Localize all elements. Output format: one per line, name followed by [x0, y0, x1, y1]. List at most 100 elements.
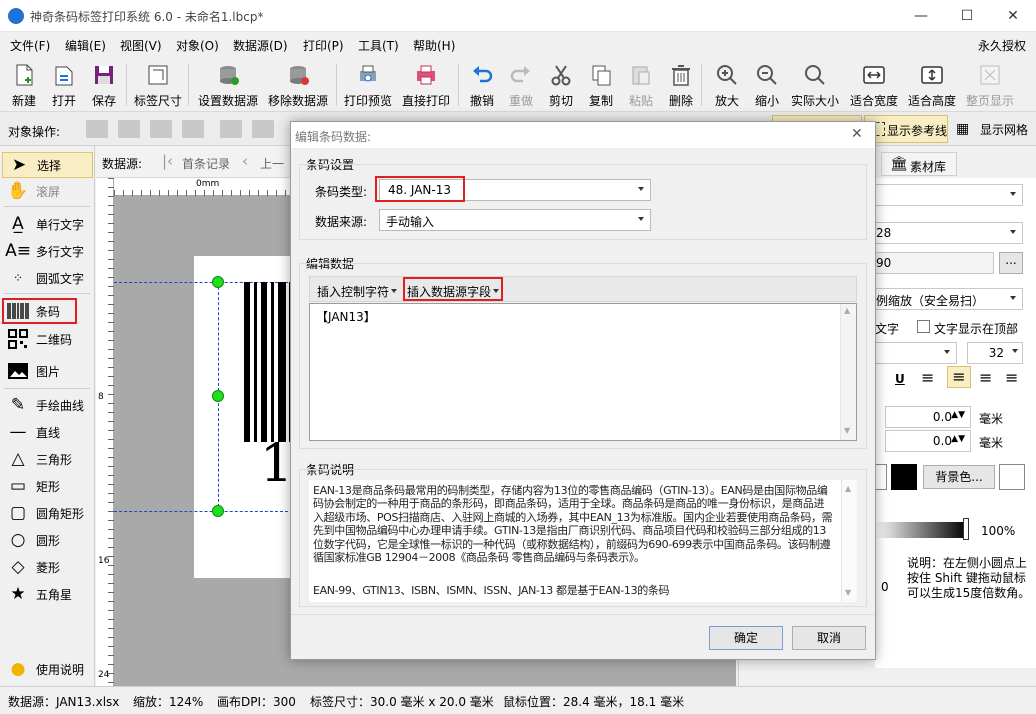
direct-print-button[interactable]: 直接打印 [402, 60, 450, 110]
fore-color-swatch[interactable] [875, 464, 887, 490]
first-record-button[interactable]: 首条记录 [182, 155, 230, 172]
tool-scroll[interactable]: ✋ 滚屏 [2, 178, 93, 204]
tool-panel: ➤ 选择 ✋ 滚屏 A̲ 单行文字 A≡ 多行文字 ⁘ 圆弧文字 条码 二维码 图片 ✎ 手… [0, 146, 95, 686]
value-spinner-2[interactable]: 0.0 ▲▼ [885, 430, 971, 452]
text-color-swatch[interactable] [891, 464, 917, 490]
layer-bottom-icon[interactable] [182, 120, 204, 138]
tool-barcode[interactable]: 条码 [2, 298, 77, 324]
barcode-data-textarea[interactable]: 【JAN13】 ▲ ▼ [309, 303, 857, 441]
cancel-button[interactable]: 取消 [792, 626, 866, 650]
opacity-slider-thumb[interactable] [963, 518, 969, 540]
align-justify-icon[interactable]: ≡ [1005, 368, 1018, 387]
actual-size-button[interactable]: 实际大小 [791, 60, 839, 110]
fit-width-button[interactable]: 适合宽度 [850, 60, 898, 110]
close-window-button[interactable]: ✕ [990, 0, 1036, 32]
insert-datasource-field-button[interactable]: 插入数据源字段 [403, 277, 503, 301]
tool-single-line-text[interactable]: A̲ 单行文字 [2, 211, 93, 237]
scissors-icon [551, 65, 571, 86]
first-record-icon[interactable]: |‹ [162, 152, 173, 170]
layer-top-icon[interactable] [150, 120, 172, 138]
data-source-combo[interactable]: 手动输入 [379, 209, 651, 231]
resize-handle-top[interactable] [212, 276, 224, 288]
app-icon [8, 8, 24, 24]
show-grid-toggle[interactable]: ▦ 显示网格 [952, 115, 1036, 143]
ok-button[interactable]: 确定 [709, 626, 783, 650]
font-combo[interactable] [875, 342, 957, 364]
menu-bar: 文件(F) 编辑(E) 视图(V) 对象(O) 数据源(D) 打印(P) 工具(… [0, 32, 1036, 58]
show-guides-toggle[interactable]: 显示参考线 [864, 115, 948, 143]
fit-width-icon [863, 66, 885, 84]
tool-freehand[interactable]: ✎ 手绘曲线 [2, 392, 93, 418]
align-right-icon[interactable]: ≡ [979, 368, 992, 387]
description-scrollbar[interactable]: ▲ ▼ [841, 480, 857, 602]
help-usage-button[interactable]: ● 使用说明 [2, 656, 93, 682]
barcode-object[interactable] [244, 282, 294, 442]
data-source-label: 数据来源: [315, 215, 368, 229]
underline-button[interactable]: U [895, 372, 905, 386]
maximize-button[interactable]: ☐ [944, 0, 990, 32]
prev-record-icon[interactable]: ‹ [242, 152, 248, 170]
angle-value: 0 [881, 580, 889, 594]
menu-datasource[interactable]: 数据源(D) [233, 37, 288, 54]
tool-triangle[interactable]: △ 三角形 [2, 446, 93, 472]
textarea-scrollbar[interactable]: ▲ ▼ [840, 304, 856, 440]
insert-control-char-button[interactable]: 插入控制字符 [317, 283, 389, 300]
label-size-button[interactable]: 标签尺寸 [134, 60, 182, 110]
layer-up-icon[interactable] [86, 120, 108, 138]
align-center-icon[interactable] [252, 120, 274, 138]
menu-object[interactable]: 对象(O) [176, 37, 219, 54]
menu-file[interactable]: 文件(F) [10, 37, 50, 54]
value-spinner-1[interactable]: 0.0 ▲▼ [885, 406, 971, 428]
property-size-combo[interactable]: 28 [869, 222, 1023, 244]
trash-icon [672, 65, 690, 86]
rectangle-icon: ▭ [9, 476, 27, 496]
tab-material-library[interactable]: 🏛 素材库 [881, 152, 957, 176]
layer-down-icon[interactable] [118, 120, 140, 138]
property-field-2[interactable]: 90 [869, 252, 994, 274]
datasource-bar-label: 数据源: [102, 157, 143, 171]
opacity-percent: 100% [981, 524, 1016, 538]
print-preview-button[interactable]: 打印预览 [344, 60, 392, 110]
tool-diamond[interactable]: ◇ 菱形 [2, 554, 93, 580]
tool-star[interactable]: ★ 五角星 [2, 581, 93, 607]
resize-handle-middle[interactable] [212, 390, 224, 402]
menu-tools[interactable]: 工具(T) [358, 37, 399, 54]
save-button[interactable]: 保存 [82, 60, 126, 110]
scale-mode-combo[interactable]: 例缩放（安全易扫） [869, 288, 1023, 310]
barcode-type-highlight [375, 176, 465, 202]
align-left-icon[interactable]: ≡ [921, 368, 934, 387]
full-page-button[interactable]: 整页显示 [966, 60, 1014, 110]
menu-print[interactable]: 打印(P) [303, 37, 344, 54]
align-center-icon[interactable]: ≡ [947, 366, 971, 388]
menu-edit[interactable]: 编辑(E) [65, 37, 106, 54]
menu-help[interactable]: 帮助(H) [413, 37, 455, 54]
property-combo-1[interactable] [869, 184, 1023, 206]
align-left-icon[interactable] [220, 120, 242, 138]
fit-height-button[interactable]: 适合高度 [908, 60, 956, 110]
remove-datasource-button[interactable]: 移除数据源 [268, 60, 328, 110]
tool-multi-line-text[interactable]: A≡ 多行文字 [2, 238, 93, 264]
tool-rectangle[interactable]: ▭ 矩形 [2, 473, 93, 499]
barcode-description: EAN-13是商品条码最常用的码制类型，存储内容为13位的零售商品编码（GTIN… [309, 480, 857, 602]
background-color-swatch[interactable] [999, 464, 1025, 490]
status-label-size: 标签尺寸：30.0 毫米 x 20.0 毫米 [310, 695, 494, 709]
tool-circle[interactable]: ○ 圆形 [2, 527, 93, 553]
menu-view[interactable]: 视图(V) [120, 37, 162, 54]
dialog-close-button[interactable]: ✕ [851, 126, 863, 142]
set-datasource-button[interactable]: 设置数据源 [198, 60, 258, 110]
prev-record-button[interactable]: 上一 [260, 155, 284, 172]
font-size-spinner[interactable]: 32 [967, 342, 1023, 364]
tool-qrcode[interactable]: 二维码 [2, 326, 93, 352]
tool-image[interactable]: 图片 [2, 358, 93, 384]
resize-handle-bottom[interactable] [212, 505, 224, 517]
tool-select[interactable]: ➤ 选择 [2, 152, 93, 178]
tool-arc-text[interactable]: ⁘ 圆弧文字 [2, 265, 93, 291]
tool-rounded-rectangle[interactable]: ▢ 圆角矩形 [2, 500, 93, 526]
opacity-slider-track[interactable] [875, 522, 967, 538]
tool-line[interactable]: — 直线 [2, 419, 93, 445]
background-color-button[interactable]: 背景色... [923, 465, 995, 489]
object-operations-label: 对象操作: [8, 125, 61, 139]
minimize-button[interactable]: — [898, 0, 944, 32]
text-on-top-checkbox[interactable] [917, 320, 930, 333]
browse-button[interactable]: ... [999, 252, 1023, 274]
